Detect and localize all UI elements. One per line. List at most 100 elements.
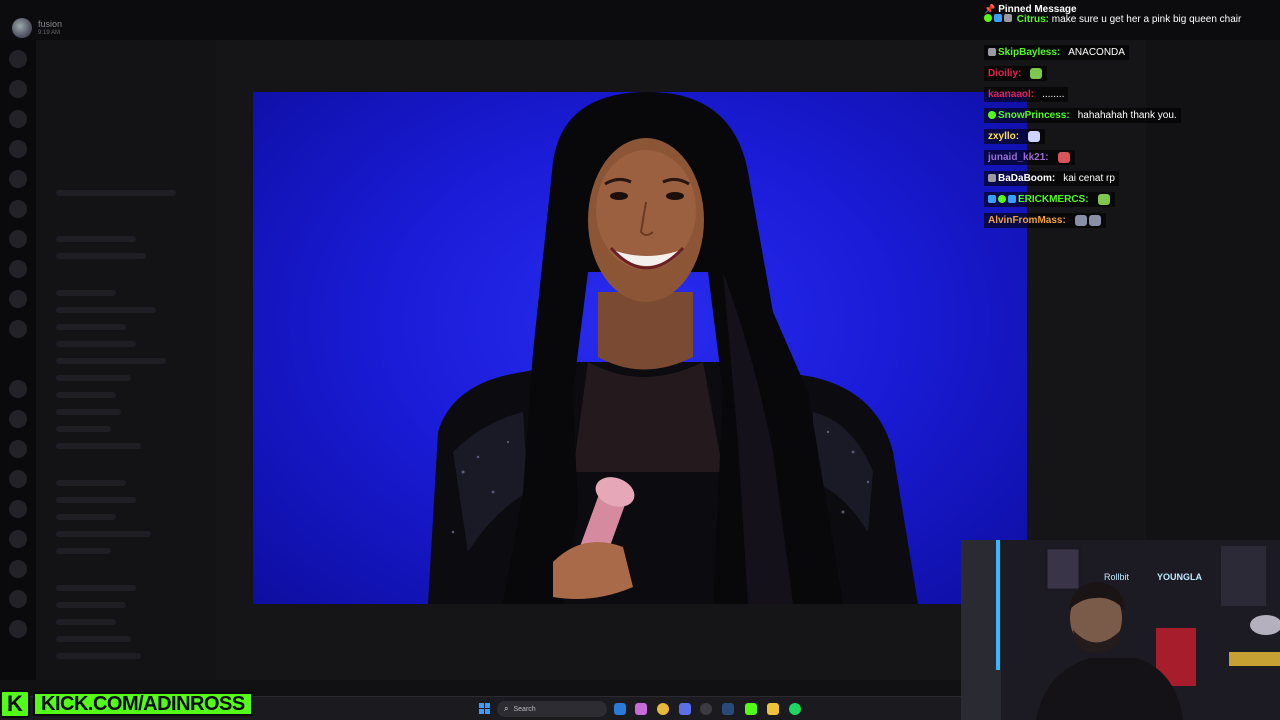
channel-item[interactable] (56, 236, 136, 242)
server-rail (0, 40, 36, 680)
chat-message: Dioiliy: (984, 65, 1048, 81)
server-icon[interactable] (9, 200, 27, 218)
edge-icon[interactable] (614, 703, 626, 715)
channel-item[interactable] (56, 190, 176, 196)
server-icon[interactable] (9, 380, 27, 398)
chat-message: ERICKMERCS: (984, 191, 1115, 207)
chat-message: BaDaBoom: kai cenat rp (984, 170, 1119, 186)
channel-item[interactable] (56, 480, 126, 486)
channel-item[interactable] (56, 497, 136, 503)
chat-text-chip (1092, 191, 1115, 207)
portrait-image (428, 92, 918, 604)
channel-item[interactable] (56, 619, 116, 625)
server-icon[interactable] (9, 170, 27, 188)
channel-item[interactable] (56, 307, 156, 313)
channel-item[interactable] (56, 253, 146, 259)
start-menu-icon[interactable] (479, 703, 491, 715)
kick-branding: K KICK.COM/ADINROSS (0, 689, 253, 719)
channel-item[interactable] (56, 324, 126, 330)
server-icon[interactable] (9, 530, 27, 548)
chat-user-chip[interactable]: Dioiliy: (984, 65, 1026, 81)
pinned-row: Citrus: make sure u get her a pink big q… (984, 14, 1241, 25)
webcam-image: Rollbit YOUNGLA (961, 540, 1280, 720)
app-name: fusion (38, 19, 63, 29)
server-icon[interactable] (9, 440, 27, 458)
chat-text-chip: hahahahah thank you. (1073, 107, 1181, 123)
channel-item[interactable] (56, 636, 131, 642)
chat-user-chip[interactable]: BaDaBoom: (984, 170, 1060, 186)
chat-username[interactable]: junaid_kk21: (988, 152, 1049, 163)
verified-badge-icon (988, 111, 996, 119)
chat-text: kai cenat rp (1063, 172, 1115, 184)
image-viewer[interactable] (253, 92, 1027, 604)
app-time: 9:19 AM (38, 30, 61, 36)
channel-item[interactable] (56, 602, 126, 608)
server-icon[interactable] (9, 140, 27, 158)
obs-icon[interactable] (700, 703, 712, 715)
server-icon[interactable] (9, 260, 27, 278)
chat-text-chip (1023, 128, 1046, 144)
chat-text-chip: ........ (1038, 86, 1069, 102)
chat-username[interactable]: SnowPrincess: (998, 110, 1070, 121)
copilot-icon[interactable] (635, 703, 647, 715)
channel-item[interactable] (56, 358, 166, 364)
chat-username[interactable]: Dioiliy: (988, 68, 1021, 79)
chat-user-chip[interactable]: ERICKMERCS: (984, 191, 1093, 207)
server-icon[interactable] (9, 410, 27, 428)
server-icon[interactable] (9, 500, 27, 518)
file-explorer-icon[interactable] (767, 703, 779, 715)
chat-user-chip[interactable]: kaanaaol: (984, 86, 1039, 102)
channel-item[interactable] (56, 514, 116, 520)
chat-username[interactable]: BaDaBoom: (998, 173, 1055, 184)
webcam-feed: Rollbit YOUNGLA (961, 540, 1280, 720)
webcam-sign-youngla: YOUNGLA (1157, 572, 1203, 582)
chat-username[interactable]: SkipBayless: (998, 47, 1060, 58)
server-icon[interactable] (9, 50, 27, 68)
channel-item[interactable] (56, 426, 111, 432)
discord-icon[interactable] (679, 703, 691, 715)
server-icon[interactable] (9, 560, 27, 578)
server-icon[interactable] (9, 320, 27, 338)
channel-item[interactable] (56, 341, 136, 347)
pinned-user[interactable]: Citrus: (1017, 14, 1049, 25)
chat-user-chip[interactable]: AlvinFromMass: (984, 212, 1070, 228)
verified-badge-icon (998, 195, 1006, 203)
moderator-badge-icon (994, 14, 1002, 22)
server-icon[interactable] (9, 620, 27, 638)
chat-user-chip[interactable]: SkipBayless: (984, 44, 1065, 60)
server-icon[interactable] (9, 290, 27, 308)
steam-icon[interactable] (722, 703, 734, 715)
chat-text-chip (1052, 149, 1075, 165)
channel-item[interactable] (56, 585, 136, 591)
chrome-icon[interactable] (657, 703, 669, 715)
channel-item[interactable] (56, 392, 116, 398)
channel-item[interactable] (56, 531, 151, 537)
channel-item[interactable] (56, 443, 141, 449)
channel-item[interactable] (56, 290, 116, 296)
channel-item[interactable] (56, 375, 131, 381)
pinned-text: make sure u get her a pink big queen cha… (1051, 14, 1242, 25)
channel-item[interactable] (56, 548, 111, 554)
server-icon[interactable] (9, 230, 27, 248)
spotify-icon[interactable] (789, 703, 801, 715)
chat-username[interactable]: zxyllo: (988, 131, 1019, 142)
server-icon[interactable] (9, 80, 27, 98)
chat-username[interactable]: AlvinFromMass: (988, 215, 1066, 226)
chat-user-chip[interactable]: junaid_kk21: (984, 149, 1053, 165)
channel-item[interactable] (56, 653, 141, 659)
kick-icon[interactable] (745, 703, 757, 715)
server-avatar-icon[interactable] (12, 18, 32, 38)
search-icon: ⌕ (504, 704, 509, 713)
chat-username[interactable]: ERICKMERCS: (1018, 194, 1089, 205)
emote-icon (1028, 130, 1041, 142)
chat-user-chip[interactable]: SnowPrincess: (984, 107, 1074, 123)
chat-user-chip[interactable]: zxyllo: (984, 128, 1024, 144)
server-icon[interactable] (9, 590, 27, 608)
channel-item[interactable] (56, 409, 121, 415)
server-icon[interactable] (9, 110, 27, 128)
chat-username[interactable]: kaanaaol: (988, 89, 1034, 100)
server-icon[interactable] (9, 470, 27, 488)
chat-message: SkipBayless: ANACONDA (984, 44, 1129, 60)
taskbar-search-input[interactable]: ⌕ Search (497, 701, 607, 717)
channel-url: KICK.COM/ADINROSS (33, 692, 253, 716)
